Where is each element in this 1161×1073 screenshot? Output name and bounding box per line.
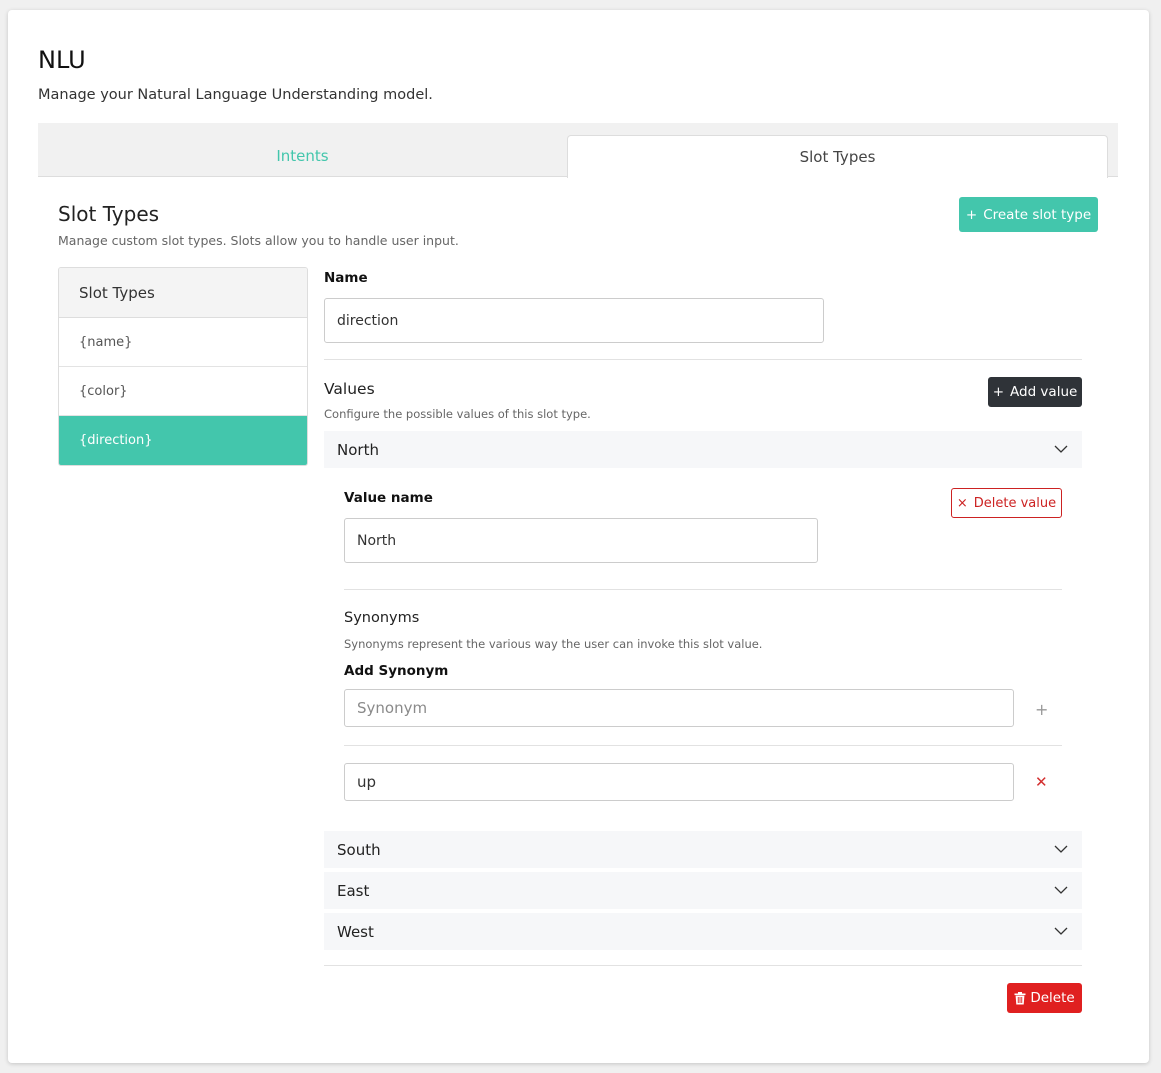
divider bbox=[324, 965, 1082, 966]
divider bbox=[344, 589, 1062, 590]
synonyms-title: Synonyms bbox=[344, 610, 420, 626]
value-name-input[interactable]: North bbox=[344, 518, 818, 563]
add-synonym-icon[interactable]: + bbox=[1035, 700, 1048, 719]
value-accordion-west[interactable]: West bbox=[324, 913, 1082, 950]
value-accordion-label: South bbox=[337, 840, 381, 859]
value-accordion-label: East bbox=[337, 881, 370, 900]
value-accordion-south[interactable]: South bbox=[324, 831, 1082, 868]
slot-name-value: direction bbox=[337, 312, 399, 329]
value-accordion-north[interactable]: North bbox=[324, 431, 1082, 468]
divider bbox=[344, 745, 1062, 746]
synonym-input[interactable]: Synonym bbox=[344, 689, 1014, 727]
tab-intents[interactable]: Intents bbox=[38, 135, 567, 177]
section-title: Slot Types bbox=[58, 202, 160, 226]
slot-type-list-header: Slot Types bbox=[59, 268, 307, 318]
slot-type-item-direction[interactable]: {direction} bbox=[59, 416, 307, 465]
value-accordion-label: West bbox=[337, 922, 374, 941]
tab-slot-types[interactable]: Slot Types bbox=[567, 135, 1108, 178]
values-subtitle: Configure the possible values of this sl… bbox=[324, 407, 591, 421]
synonyms-subtitle: Synonyms represent the various way the u… bbox=[344, 637, 763, 651]
delete-slot-type-button[interactable]: Delete bbox=[1007, 983, 1082, 1013]
close-icon: × bbox=[956, 495, 968, 511]
trash-icon bbox=[1014, 991, 1026, 1004]
plus-icon: + bbox=[965, 206, 978, 223]
value-name-label: Value name bbox=[344, 490, 433, 506]
chevron-down-icon bbox=[1054, 445, 1068, 453]
tab-bar: Intents Slot Types bbox=[38, 123, 1118, 178]
value-accordion-label: North bbox=[337, 440, 379, 459]
synonym-row-input[interactable]: up bbox=[344, 763, 1014, 801]
slot-name-input[interactable]: direction bbox=[324, 298, 824, 343]
plus-icon: + bbox=[992, 384, 1004, 400]
delete-value-label: Delete value bbox=[973, 495, 1057, 511]
add-value-label: Add value bbox=[1010, 384, 1078, 400]
values-title: Values bbox=[324, 380, 375, 398]
synonym-value: up bbox=[357, 773, 377, 791]
add-value-button[interactable]: + Add value bbox=[988, 377, 1082, 407]
slot-type-item-name[interactable]: {name} bbox=[59, 318, 307, 367]
slot-type-item-color[interactable]: {color} bbox=[59, 367, 307, 416]
divider bbox=[324, 359, 1082, 360]
synonym-placeholder: Synonym bbox=[357, 699, 428, 717]
add-synonym-label: Add Synonym bbox=[344, 663, 449, 679]
section-subtitle: Manage custom slot types. Slots allow yo… bbox=[58, 233, 459, 248]
name-label: Name bbox=[324, 270, 368, 286]
value-name-value: North bbox=[357, 532, 397, 549]
remove-synonym-icon[interactable]: ✕ bbox=[1035, 773, 1048, 791]
create-slot-type-label: Create slot type bbox=[983, 206, 1092, 223]
value-accordion-east[interactable]: East bbox=[324, 872, 1082, 909]
chevron-down-icon bbox=[1054, 845, 1068, 853]
chevron-down-icon bbox=[1054, 927, 1068, 935]
delete-value-button[interactable]: × Delete value bbox=[951, 488, 1062, 518]
chevron-down-icon bbox=[1054, 886, 1068, 894]
delete-label: Delete bbox=[1030, 990, 1075, 1006]
slot-type-list: Slot Types {name} {color} {direction} bbox=[58, 267, 308, 466]
page-subtitle: Manage your Natural Language Understandi… bbox=[38, 87, 433, 103]
create-slot-type-button[interactable]: + Create slot type bbox=[959, 197, 1098, 232]
page-title: NLU bbox=[38, 46, 86, 74]
